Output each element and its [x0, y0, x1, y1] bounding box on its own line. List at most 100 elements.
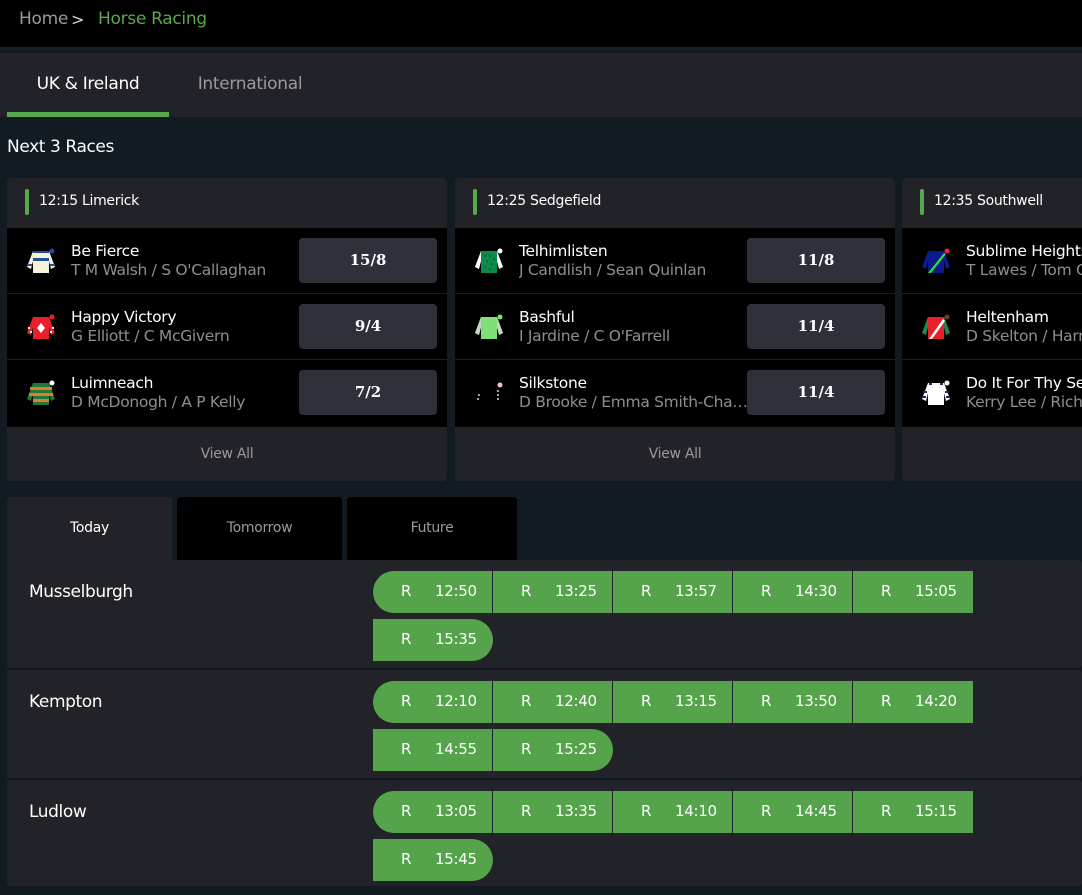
breadcrumb-current: Horse Racing [98, 9, 207, 29]
runner-list: Sublime Heights T Lawes / Tom C Heltenha… [902, 228, 1082, 427]
race-card-title: 12:15 Limerick [39, 193, 139, 209]
race-time: 12:40 [555, 692, 597, 710]
race-time: 14:45 [795, 802, 837, 820]
odds-button[interactable]: 11/4 [747, 370, 885, 415]
race-time-button[interactable]: R 13:50 [733, 681, 853, 723]
race-time: 13:15 [675, 692, 717, 710]
race-time-button[interactable]: R 15:45 [373, 839, 493, 881]
red-white-sash-icon [920, 313, 952, 341]
white-navy-sleeves-icon [920, 379, 952, 407]
meeting-name[interactable]: Kempton [29, 692, 103, 712]
trainer-jockey: I Jardine / C O'Farrell [519, 327, 670, 345]
race-time-button[interactable]: R 13:05 [373, 791, 493, 833]
race-card-title: 12:35 Southwell [934, 193, 1043, 209]
race-type: R [761, 582, 772, 600]
race-time: 15:25 [555, 740, 597, 758]
race-times: R 13:05 R 13:35 R 14:10 R 14:45 R 15:15 … [373, 791, 973, 881]
race-card-header[interactable]: 12:35 Southwell [902, 178, 1082, 228]
tab-label: International [197, 74, 303, 94]
race-card: 12:35 Southwell Sublime Heights T Lawes … [902, 178, 1082, 481]
race-card-header[interactable]: 12:15 Limerick [7, 178, 447, 228]
meeting-name[interactable]: Ludlow [29, 802, 87, 822]
race-time-button[interactable]: R 13:35 [493, 791, 613, 833]
race-card: 12:25 Sedgefield Telhimlisten J Candlish… [455, 178, 895, 481]
region-tabs: UK & Ireland International [0, 53, 1082, 117]
race-type: R [401, 630, 412, 648]
race-card: 12:15 Limerick Be Fierce T M Walsh / S O… [7, 178, 447, 481]
race-time-button[interactable]: R 13:25 [493, 571, 613, 613]
race-type: R [401, 802, 412, 820]
runner-name[interactable]: Bashful [519, 308, 575, 326]
view-all-button[interactable] [902, 427, 1082, 481]
runner-name[interactable]: Luimneach [71, 374, 153, 392]
green-spots-icon [473, 247, 505, 275]
trainer-jockey: D McDonogh / A P Kelly [71, 393, 246, 411]
race-type: R [881, 582, 892, 600]
race-type: R [521, 740, 532, 758]
trainer-jockey: G Elliott / C McGivern [71, 327, 230, 345]
race-time: 13:05 [435, 802, 477, 820]
race-time-button[interactable]: R 12:50 [373, 571, 493, 613]
race-time: 13:35 [555, 802, 597, 820]
race-time-button[interactable]: R 14:10 [613, 791, 733, 833]
runner-name[interactable]: Heltenham [966, 308, 1049, 326]
runner-name[interactable]: Telhimlisten [519, 242, 608, 260]
view-all-label: View All [200, 446, 254, 462]
race-time-button[interactable]: R 15:25 [493, 729, 613, 771]
race-type: R [521, 692, 532, 710]
odds-button[interactable]: 9/4 [299, 304, 437, 349]
race-time-button[interactable]: R 14:30 [733, 571, 853, 613]
race-times: R 12:10 R 12:40 R 13:15 R 13:50 R 14:20 … [373, 681, 973, 771]
chevron-right-icon: > [71, 10, 85, 29]
accent-bar [25, 189, 29, 215]
meeting-name[interactable]: Musselburgh [29, 582, 133, 602]
race-type: R [401, 582, 412, 600]
dotted-outline-icon [473, 379, 505, 407]
tab-international[interactable]: International [169, 53, 331, 117]
odds-button[interactable]: 7/2 [299, 370, 437, 415]
race-time-button[interactable]: R 14:55 [373, 729, 493, 771]
race-time-button[interactable]: R 12:10 [373, 681, 493, 723]
breadcrumb-home-link[interactable]: Home [19, 9, 68, 29]
race-type: R [641, 582, 652, 600]
race-times: R 12:50 R 13:25 R 13:57 R 14:30 R 15:05 … [373, 571, 973, 661]
odds-button[interactable]: 11/4 [747, 304, 885, 349]
runner-row: Bashful I Jardine / C O'Farrell 11/4 [455, 294, 895, 360]
tab-today[interactable]: Today [7, 497, 172, 560]
race-type: R [881, 692, 892, 710]
race-time-button[interactable]: R 15:05 [853, 571, 973, 613]
runner-row: Be Fierce T M Walsh / S O'Callaghan 15/8 [7, 228, 447, 294]
view-all-button[interactable]: View All [7, 427, 447, 481]
tab-future[interactable]: Future [347, 497, 517, 560]
runner-name[interactable]: Sublime Heights [966, 242, 1082, 260]
tab-uk-ireland[interactable]: UK & Ireland [7, 53, 169, 117]
race-time-button[interactable]: R 13:15 [613, 681, 733, 723]
runner-name[interactable]: Silkstone [519, 374, 587, 392]
race-type: R [401, 692, 412, 710]
race-type: R [401, 740, 412, 758]
race-type: R [761, 802, 772, 820]
runner-name[interactable]: Be Fierce [71, 242, 139, 260]
race-time-button[interactable]: R 15:35 [373, 619, 493, 661]
light-green-icon [473, 313, 505, 341]
runner-name[interactable]: Do It For Thy Se [966, 374, 1082, 392]
race-card-header[interactable]: 12:25 Sedgefield [455, 178, 895, 228]
runner-row: Happy Victory G Elliott / C McGivern 9/4 [7, 294, 447, 360]
runner-name[interactable]: Happy Victory [71, 308, 177, 326]
runner-list: Telhimlisten J Candlish / Sean Quinlan 1… [455, 228, 895, 427]
race-time-button[interactable]: R 15:15 [853, 791, 973, 833]
race-time-button[interactable]: R 14:45 [733, 791, 853, 833]
meeting-row: Musselburgh R 12:50 R 13:25 R 13:57 R 14… [7, 560, 1082, 668]
odds-button[interactable]: 11/8 [747, 238, 885, 283]
race-time-button[interactable]: R 12:40 [493, 681, 613, 723]
race-time-button[interactable]: R 13:57 [613, 571, 733, 613]
race-time: 14:10 [675, 802, 717, 820]
race-time: 14:20 [915, 692, 957, 710]
trainer-jockey: T Lawes / Tom C [966, 261, 1082, 279]
race-time-button[interactable]: R 14:20 [853, 681, 973, 723]
trainer-jockey: D Skelton / Harr [966, 327, 1082, 345]
tab-tomorrow[interactable]: Tomorrow [177, 497, 342, 560]
odds-button[interactable]: 15/8 [299, 238, 437, 283]
view-all-button[interactable]: View All [455, 427, 895, 481]
race-type: R [641, 802, 652, 820]
